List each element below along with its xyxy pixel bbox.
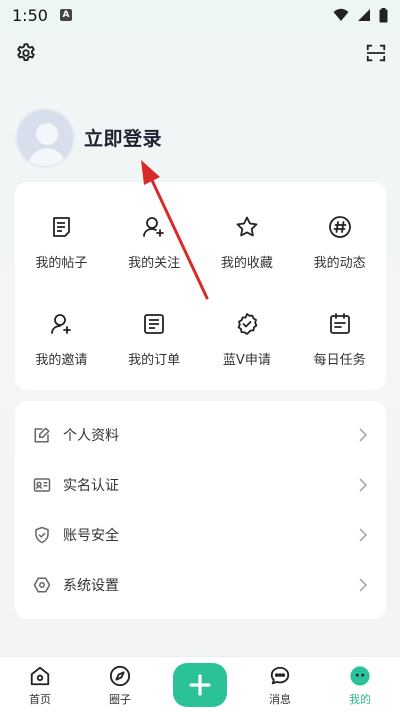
status-time: 1:50	[12, 5, 48, 25]
nav-label: 圈子	[109, 693, 131, 706]
feature-my-posts[interactable]: 我的帖子	[15, 194, 108, 291]
user-add-icon	[48, 311, 74, 337]
menu-label: 系统设置	[63, 578, 119, 594]
feature-label: 我的关注	[128, 256, 181, 271]
feature-my-orders[interactable]: 我的订单	[108, 291, 201, 388]
login-link[interactable]: 立即登录	[84, 124, 162, 151]
compass-icon	[109, 665, 131, 687]
feature-label: 我的帖子	[35, 256, 88, 271]
menu-real-name-auth[interactable]: 实名认证	[15, 460, 386, 510]
star-icon	[234, 214, 260, 240]
menu-label: 个人资料	[63, 428, 119, 444]
avatar[interactable]	[15, 108, 75, 168]
feature-label: 每日任务	[313, 353, 366, 368]
feature-my-invites[interactable]: 我的邀请	[15, 291, 108, 388]
menu-system-settings[interactable]: 系统设置	[15, 560, 386, 610]
settings-hex-icon	[33, 576, 51, 594]
user-plus-icon	[141, 214, 167, 240]
feature-label: 我的邀请	[35, 353, 88, 368]
calendar-icon	[327, 311, 353, 337]
feature-blue-v-apply[interactable]: 蓝V申请	[201, 291, 294, 388]
chevron-right-icon	[359, 428, 368, 442]
feature-my-follows[interactable]: 我的关注	[108, 194, 201, 291]
feature-grid-card: 我的帖子 我的关注 我的收藏 我的动态 我的邀请 我的订单 蓝V申请 每日任务	[15, 182, 386, 390]
chevron-right-icon	[359, 578, 368, 592]
nav-home[interactable]: 首页	[0, 657, 80, 712]
nav-mine[interactable]: 我的	[320, 657, 400, 712]
menu-label: 实名认证	[63, 478, 119, 494]
create-post-button[interactable]	[173, 663, 227, 707]
bottom-nav: 首页 圈子 消息 我的	[0, 656, 400, 712]
chevron-right-icon	[359, 528, 368, 542]
menu-account-security[interactable]: 账号安全	[15, 510, 386, 560]
battery-icon	[379, 7, 388, 22]
order-icon	[141, 311, 167, 337]
plus-icon	[189, 674, 211, 696]
chat-icon	[270, 666, 290, 685]
nav-label: 消息	[269, 693, 291, 706]
scan-icon	[366, 44, 386, 62]
feature-label: 蓝V申请	[222, 353, 271, 368]
notification-a-icon: A	[59, 9, 72, 21]
feature-label: 我的订单	[128, 353, 181, 368]
status-bar: 1:50 A	[0, 0, 400, 30]
feature-my-favorites[interactable]: 我的收藏	[201, 194, 294, 291]
chevron-right-icon	[359, 478, 368, 492]
feature-grid: 我的帖子 我的关注 我的收藏 我的动态 我的邀请 我的订单 蓝V申请 每日任务	[15, 182, 386, 388]
nav-label: 首页	[29, 693, 51, 706]
settings-list-card: 个人资料 实名认证 账号安全 系统设置	[15, 401, 386, 619]
scan-button[interactable]	[363, 40, 389, 66]
gear-icon	[17, 43, 35, 61]
home-icon	[30, 666, 50, 686]
settings-gear-button[interactable]	[13, 40, 39, 66]
id-card-icon	[33, 476, 51, 494]
feature-label: 我的收藏	[220, 256, 273, 271]
default-avatar-icon	[17, 110, 73, 166]
shield-icon	[33, 526, 51, 544]
verified-badge-icon	[234, 311, 260, 337]
wifi-icon	[333, 8, 349, 21]
nav-post[interactable]	[160, 657, 240, 712]
feature-daily-tasks[interactable]: 每日任务	[293, 291, 386, 388]
profile-face-icon	[350, 666, 370, 686]
nav-circle[interactable]: 圈子	[80, 657, 160, 712]
nav-label: 我的	[349, 693, 371, 706]
nav-messages[interactable]: 消息	[240, 657, 320, 712]
feature-label: 我的动态	[313, 256, 366, 271]
edit-profile-icon	[33, 426, 51, 444]
feature-my-activity[interactable]: 我的动态	[293, 194, 386, 291]
note-icon	[48, 214, 74, 240]
menu-personal-info[interactable]: 个人资料	[15, 410, 386, 460]
status-icons	[333, 7, 388, 23]
hashtag-icon	[327, 214, 353, 240]
signal-icon	[358, 9, 370, 21]
menu-label: 账号安全	[63, 528, 119, 544]
